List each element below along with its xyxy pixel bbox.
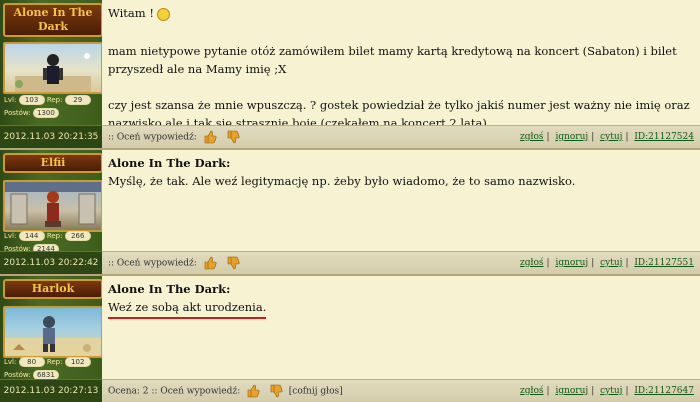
ignore-link[interactable]: ignoruj: [555, 386, 588, 396]
post-content: Alone In The Dark: Myślę, że tak. Ale we…: [102, 150, 700, 252]
quote-link[interactable]: cytuj: [600, 386, 622, 396]
post-footer: :: Oceń wypowiedź: zgłoś | ignoruj | cytuj…: [102, 251, 700, 274]
thumbs-up-icon[interactable]: [246, 384, 260, 398]
author-panel: Elfii Lvl: 144 Rep: 266 Postów: 2144 201…: [0, 150, 103, 274]
avatar[interactable]: [3, 306, 103, 358]
avatar[interactable]: [3, 180, 103, 232]
lvl-value: 144: [18, 231, 45, 241]
post-actions: zgłoś | ignoruj | cytuj | ID:21127524: [520, 132, 694, 142]
thumbs-up-icon[interactable]: [203, 130, 217, 144]
thumbs-down-icon[interactable]: [226, 256, 240, 270]
post-2: Elfii Lvl: 144 Rep: 266 Postów: 2144 201…: [0, 150, 700, 274]
post-text: Myślę, że tak. Ale weź legitymację np. ż…: [108, 174, 576, 188]
rep-label: Rep:: [46, 232, 63, 240]
post-content: Witam ! mam nietypowe pytanie otóż zamów…: [102, 0, 700, 130]
post-greeting: Witam !: [108, 6, 154, 20]
report-link[interactable]: zgłoś: [520, 386, 543, 396]
quote-author: Alone In The Dark:: [108, 156, 231, 170]
author-stats: Lvl: 80 Rep: 102 Postów: 6831: [4, 357, 98, 380]
author-stats: Lvl: 103 Rep: 29 Postów: 1300: [4, 95, 98, 118]
post-text: Weź ze sobą akt urodzenia.: [108, 298, 267, 319]
posts-label: Postów:: [4, 371, 31, 379]
posts-value: 1300: [32, 108, 59, 118]
thumbs-up-icon[interactable]: [203, 256, 217, 270]
post-3: Harlok Lvl: 80 Rep: 102 Postów: 6831 201…: [0, 276, 700, 402]
author-nick[interactable]: Alone In The Dark: [3, 3, 103, 37]
post-timestamp: 2012.11.03 20:21:35: [0, 125, 102, 148]
author-panel: Harlok Lvl: 80 Rep: 102 Postów: 6831 201…: [0, 276, 103, 402]
post-actions: zgłoś | ignoruj | cytuj | ID:21127647: [520, 386, 694, 396]
quote-author: Alone In The Dark:: [108, 282, 231, 296]
rating-area: :: Oceń wypowiedź:: [108, 130, 243, 145]
author-nick[interactable]: Harlok: [3, 279, 103, 299]
author-nick[interactable]: Elfii: [3, 153, 103, 173]
rate-label: :: Oceń wypowiedź:: [108, 132, 197, 143]
lvl-label: Lvl:: [4, 232, 17, 240]
rep-label: Rep:: [46, 96, 63, 104]
rate-label: :: Oceń wypowiedź:: [151, 386, 241, 397]
post-actions: zgłoś | ignoruj | cytuj | ID:21127551: [520, 258, 694, 268]
avatar[interactable]: [3, 42, 103, 94]
thumbs-down-icon[interactable]: [226, 130, 240, 144]
lvl-label: Lvl:: [4, 358, 17, 366]
rating-area: :: Oceń wypowiedź:: [108, 256, 243, 271]
rating-score: Ocena: 2: [108, 386, 149, 397]
post-timestamp: 2012.11.03 20:22:42: [0, 251, 102, 274]
post-footer: Ocena: 2 :: Oceń wypowiedź: [cofnij głos…: [102, 379, 700, 402]
author-panel: Alone In The Dark Lvl: 103 Rep: 29 Postó…: [0, 0, 103, 148]
report-link[interactable]: zgłoś: [520, 258, 543, 268]
rep-value: 266: [64, 231, 91, 241]
lvl-value: 80: [18, 357, 45, 367]
rep-value: 102: [64, 357, 91, 367]
ignore-link[interactable]: ignoruj: [555, 258, 588, 268]
report-link[interactable]: zgłoś: [520, 132, 543, 142]
posts-label: Postów:: [4, 109, 31, 117]
rating-area: Ocena: 2 :: Oceń wypowiedź: [cofnij głos…: [108, 384, 343, 399]
rep-value: 29: [64, 95, 91, 105]
lvl-label: Lvl:: [4, 96, 17, 104]
rate-label: :: Oceń wypowiedź:: [108, 258, 197, 269]
post-id-link[interactable]: ID:21127647: [634, 386, 694, 396]
rep-label: Rep:: [46, 358, 63, 366]
ignore-link[interactable]: ignoruj: [555, 132, 588, 142]
post-id-link[interactable]: ID:21127524: [634, 132, 694, 142]
smiley-icon: [156, 7, 170, 21]
post-timestamp: 2012.11.03 20:27:13: [0, 379, 102, 402]
post-1: Alone In The Dark Lvl: 103 Rep: 29 Postó…: [0, 0, 700, 148]
undo-vote-link[interactable]: [cofnij głos]: [289, 387, 343, 397]
thumbs-down-icon[interactable]: [269, 384, 283, 398]
lvl-value: 103: [18, 95, 45, 105]
forum-thread: Alone In The Dark Lvl: 103 Rep: 29 Postó…: [0, 0, 700, 402]
quote-link[interactable]: cytuj: [600, 132, 622, 142]
post-id-link[interactable]: ID:21127551: [634, 258, 694, 268]
post-text: mam nietypowe pytanie otóż zamówiłem bil…: [108, 44, 677, 76]
post-content: Alone In The Dark: Weź ze sobą akt urodz…: [102, 276, 700, 380]
quote-link[interactable]: cytuj: [600, 258, 622, 268]
post-footer: :: Oceń wypowiedź: zgłoś | ignoruj | cytuj…: [102, 125, 700, 148]
